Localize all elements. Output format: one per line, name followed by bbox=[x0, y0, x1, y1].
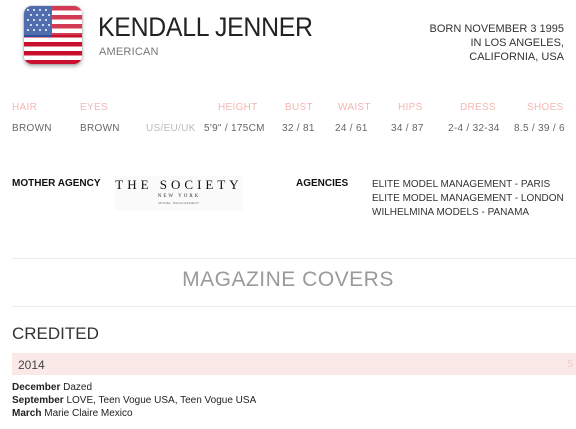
agency-list: ELITE MODEL MANAGEMENT - PARIS ELITE MOD… bbox=[372, 178, 564, 220]
year-row-2014[interactable]: 2014 5 bbox=[12, 353, 576, 375]
cover-month: December bbox=[12, 382, 61, 393]
birth-date: BORN NOVEMBER 3 1995 bbox=[429, 23, 565, 35]
us-flag-icon bbox=[24, 6, 82, 64]
measurements-header: HAIR EYES HEIGHT BUST WAIST HIPS DRESS S… bbox=[0, 102, 576, 118]
hair-value: BROWN bbox=[12, 123, 52, 134]
hips-label: HIPS bbox=[398, 102, 423, 113]
dress-label: DRESS bbox=[460, 102, 496, 113]
cover-entry: December Dazed bbox=[12, 381, 256, 394]
cover-entry: September LOVE, Teen Vogue USA, Teen Vog… bbox=[12, 394, 256, 407]
dress-value: 2-4 / 32-34 bbox=[448, 123, 500, 134]
cover-list: December Dazed September LOVE, Teen Vogu… bbox=[12, 381, 256, 420]
section-divider bbox=[12, 258, 576, 259]
cover-titles[interactable]: Dazed bbox=[63, 382, 92, 393]
agency-link[interactable]: WILHELMINA MODELS - PANAMA bbox=[372, 206, 564, 220]
waist-value: 24 / 61 bbox=[335, 123, 368, 134]
bust-label: BUST bbox=[285, 102, 313, 113]
cover-entry: March Marie Claire Mexico bbox=[12, 407, 256, 420]
credited-heading: CREDITED bbox=[12, 324, 99, 343]
year-label: 2014 bbox=[18, 358, 45, 372]
cover-month: September bbox=[12, 395, 64, 406]
cover-month: March bbox=[12, 408, 42, 419]
hair-label: HAIR bbox=[12, 102, 38, 113]
agency-link[interactable]: ELITE MODEL MANAGEMENT - LONDON bbox=[372, 192, 564, 206]
logo-tagline: MODEL MANAGEMENT bbox=[158, 201, 200, 205]
cover-count: 5 bbox=[567, 359, 573, 370]
nationality: AMERICAN bbox=[99, 46, 159, 58]
section-divider bbox=[12, 306, 576, 307]
logo-wordmark: THE SOCIETY bbox=[115, 177, 243, 192]
cover-titles[interactable]: Marie Claire Mexico bbox=[44, 408, 132, 419]
bust-value: 32 / 81 bbox=[282, 123, 315, 134]
birth-info: BORN NOVEMBER 3 1995 IN LOS ANGELES, CAL… bbox=[344, 22, 565, 64]
height-label: HEIGHT bbox=[218, 102, 258, 113]
eyes-label: EYES bbox=[80, 102, 108, 113]
eyes-value: BROWN bbox=[80, 123, 120, 134]
birth-state: CALIFORNIA, USA bbox=[469, 51, 564, 63]
height-units: US/EU/UK bbox=[146, 123, 196, 134]
waist-label: WAIST bbox=[338, 102, 371, 113]
measurements-table: HAIR EYES HEIGHT BUST WAIST HIPS DRESS S… bbox=[0, 102, 576, 139]
hips-value: 34 / 87 bbox=[391, 123, 424, 134]
agency-section: MOTHER AGENCY THE SOCIETY NEW YORK MODEL… bbox=[0, 176, 576, 236]
logo-city: NEW YORK bbox=[157, 194, 201, 199]
height-value: 5'9" / 175CM bbox=[204, 123, 265, 134]
magazine-covers-heading: MAGAZINE COVERS bbox=[182, 268, 394, 291]
the-society-logo[interactable]: THE SOCIETY NEW YORK MODEL MANAGEMENT bbox=[115, 176, 243, 210]
mother-agency-label: MOTHER AGENCY bbox=[12, 178, 101, 189]
agency-link[interactable]: ELITE MODEL MANAGEMENT - PARIS bbox=[372, 178, 564, 192]
measurements-values: BROWN BROWN US/EU/UK 5'9" / 175CM 32 / 8… bbox=[0, 123, 576, 139]
birth-city: IN LOS ANGELES, bbox=[470, 37, 564, 49]
agencies-label: AGENCIES bbox=[296, 178, 349, 189]
model-name: KENDALL JENNER bbox=[98, 12, 313, 42]
cover-titles[interactable]: LOVE, Teen Vogue USA, Teen Vogue USA bbox=[66, 395, 256, 406]
shoes-value: 8.5 / 39 / 6 bbox=[514, 123, 565, 134]
shoes-label: SHOES bbox=[527, 102, 564, 113]
